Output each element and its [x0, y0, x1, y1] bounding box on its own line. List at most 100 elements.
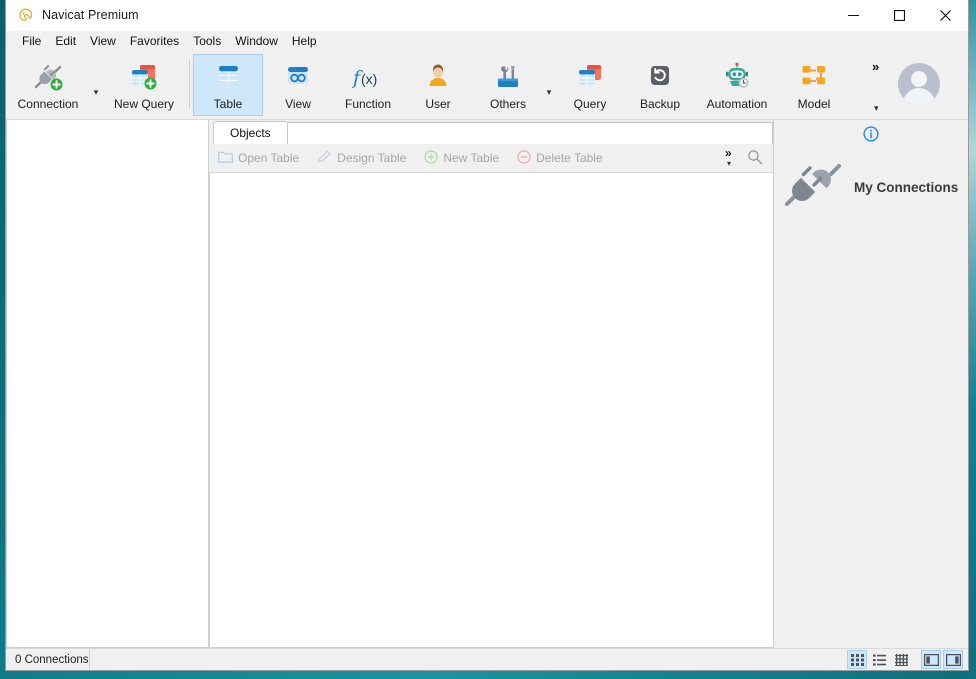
status-connection-count: 0 Connections [15, 653, 89, 666]
search-icon[interactable] [747, 149, 763, 170]
menu-help[interactable]: Help [285, 32, 324, 50]
toolbar-label-automation: Automation [706, 97, 768, 111]
new-table-button[interactable]: New Table [415, 146, 508, 170]
status-bar: 0 Connections [6, 648, 968, 670]
toolbar-button-view[interactable]: View [263, 54, 333, 116]
toolbar-label-query: Query [573, 97, 607, 111]
toolbar-button-function[interactable]: f (x) Function [333, 54, 403, 116]
toolbar-label-new-query: New Query [113, 97, 175, 111]
toolbar-button-others[interactable]: Others [473, 54, 543, 116]
open-table-button[interactable]: Open Table [209, 146, 308, 170]
new-query-add-icon [128, 61, 160, 93]
right-panel-toggle-icon[interactable] [943, 650, 963, 669]
my-connections-header: My Connections [774, 152, 968, 217]
table-icon [213, 61, 243, 93]
toolbar-button-user[interactable]: User [403, 54, 473, 116]
info-circle-icon[interactable] [863, 125, 879, 147]
title-bar: Navicat Premium [6, 0, 968, 31]
circle-plus-icon [424, 149, 438, 167]
toolbar-button-automation[interactable]: Automation [695, 54, 779, 116]
menu-edit[interactable]: Edit [48, 32, 83, 50]
toolbar-label-others: Others [489, 97, 526, 111]
info-panel: My Connections [774, 120, 968, 648]
menu-file[interactable]: File [15, 32, 48, 50]
function-fx-icon: f (x) [351, 61, 385, 93]
list-view-icon[interactable] [869, 650, 889, 669]
tab-strip: Objects [209, 120, 773, 144]
grid-view-icon[interactable] [847, 650, 867, 669]
open-table-label: Open Table [238, 151, 300, 165]
design-table-label: Design Table [337, 151, 407, 165]
close-button[interactable] [922, 0, 968, 30]
toolbar-separator-1 [189, 59, 190, 109]
connection-plug-add-icon [31, 61, 65, 93]
toolbar-right-area: » ▾ [850, 51, 968, 119]
navicat-logo-icon [17, 7, 34, 24]
query-table-icon [575, 61, 605, 93]
menu-bar: File Edit View Favorites Tools Window He… [6, 31, 968, 51]
design-table-button[interactable]: Design Table [308, 146, 415, 170]
delete-table-label: Delete Table [536, 151, 603, 165]
toolbar-button-model[interactable]: Model [779, 54, 849, 116]
toolbar-button-backup[interactable]: Backup [625, 54, 695, 116]
objects-overflow-button[interactable]: » [725, 146, 732, 160]
objects-list-area[interactable] [209, 173, 773, 648]
window-title: Navicat Premium [42, 8, 139, 22]
new-table-label: New Table [443, 151, 500, 165]
toolbar-label-table: Table [213, 97, 243, 111]
menu-favorites[interactable]: Favorites [123, 32, 186, 50]
avatar-body [903, 88, 935, 105]
toolbar-label-model: Model [797, 97, 831, 111]
pencil-icon [317, 150, 332, 166]
user-person-icon [424, 61, 452, 93]
others-dropdown-caret[interactable]: ▾ [543, 87, 555, 98]
toolbar-button-table[interactable]: Table [193, 54, 263, 116]
toolbar-label-backup: Backup [639, 97, 681, 111]
tab-objects-label: Objects [230, 126, 271, 140]
circle-minus-icon [517, 149, 531, 167]
info-panel-body [774, 217, 968, 648]
navicat-main-window: Navicat Premium File Edit View Favorites… [6, 0, 968, 670]
model-diagram-icon [799, 61, 829, 93]
toolbar-button-query[interactable]: Query [555, 54, 625, 116]
connection-tree-panel[interactable] [6, 120, 209, 648]
toolbar-label-function: Function [344, 97, 392, 111]
main-body: Objects Open Table Design Table New Tabl… [6, 120, 968, 648]
center-panel: Objects Open Table Design Table New Tabl… [209, 120, 774, 648]
backup-restore-icon [645, 61, 675, 93]
svg-text:(x): (x) [361, 71, 377, 87]
objects-overflow-caret[interactable]: ▾ [727, 159, 731, 168]
menu-window[interactable]: Window [228, 32, 285, 50]
connection-dropdown-caret[interactable]: ▾ [90, 87, 102, 98]
my-connections-title: My Connections [854, 180, 959, 195]
left-panel-toggle-icon[interactable] [921, 650, 941, 669]
tab-objects[interactable]: Objects [213, 121, 288, 144]
status-separator-1 [88, 649, 90, 670]
toolbar-label-connection: Connection [17, 97, 79, 111]
tab-strip-filler [287, 122, 773, 144]
connection-plug-icon [778, 158, 848, 217]
toolbar-button-connection[interactable]: Connection [6, 54, 90, 116]
maximize-button[interactable] [876, 0, 922, 30]
folder-open-icon [218, 150, 233, 166]
menu-view[interactable]: View [83, 32, 123, 50]
delete-table-button[interactable]: Delete Table [508, 146, 612, 170]
info-panel-header [774, 120, 968, 152]
avatar[interactable] [898, 63, 940, 105]
toolbar-label-user: User [425, 97, 451, 111]
status-bar-buttons [846, 650, 968, 669]
automation-robot-icon [721, 61, 753, 93]
menu-tools[interactable]: Tools [186, 32, 228, 50]
minimize-button[interactable] [830, 0, 876, 30]
view-glasses-icon [283, 61, 313, 93]
objects-toolbar-right: » ▾ [707, 144, 773, 172]
objects-toolbar: Open Table Design Table New Table Delete… [209, 144, 773, 173]
toolbar-button-new-query[interactable]: New Query [102, 54, 186, 116]
toolbar-label-view: View [285, 97, 311, 111]
window-controls [830, 0, 968, 30]
toolbar-overflow-button[interactable]: » [872, 59, 879, 74]
detail-grid-view-icon[interactable] [891, 650, 911, 669]
main-toolbar: Connection ▾ New Query Table View f (x) … [6, 51, 968, 120]
avatar-head [911, 71, 927, 87]
toolbar-overflow-caret[interactable]: ▾ [874, 103, 879, 114]
